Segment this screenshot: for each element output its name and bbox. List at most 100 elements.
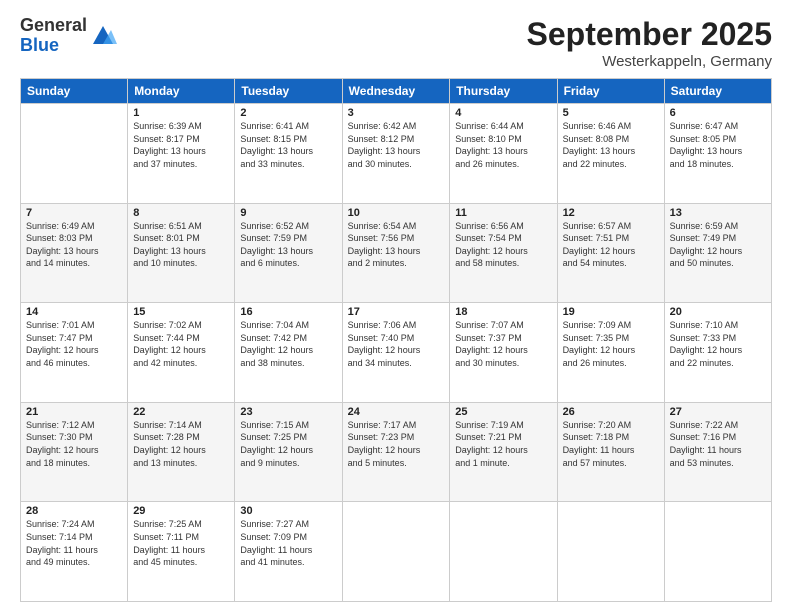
weekday-header: Tuesday <box>235 79 342 104</box>
weekday-header: Friday <box>557 79 664 104</box>
day-info: Sunrise: 6:51 AM Sunset: 8:01 PM Dayligh… <box>133 220 229 270</box>
day-number: 30 <box>240 505 336 517</box>
day-number: 12 <box>563 207 659 219</box>
day-number: 16 <box>240 306 336 318</box>
calendar-cell: 9Sunrise: 6:52 AM Sunset: 7:59 PM Daylig… <box>235 203 342 303</box>
day-number: 18 <box>455 306 551 318</box>
calendar-week-row: 28Sunrise: 7:24 AM Sunset: 7:14 PM Dayli… <box>21 502 772 602</box>
weekday-header: Sunday <box>21 79 128 104</box>
calendar-cell: 4Sunrise: 6:44 AM Sunset: 8:10 PM Daylig… <box>450 104 557 204</box>
calendar-cell: 14Sunrise: 7:01 AM Sunset: 7:47 PM Dayli… <box>21 303 128 403</box>
day-number: 26 <box>563 406 659 418</box>
calendar-cell: 11Sunrise: 6:56 AM Sunset: 7:54 PM Dayli… <box>450 203 557 303</box>
day-info: Sunrise: 7:14 AM Sunset: 7:28 PM Dayligh… <box>133 419 229 469</box>
day-number: 19 <box>563 306 659 318</box>
calendar-cell: 24Sunrise: 7:17 AM Sunset: 7:23 PM Dayli… <box>342 402 450 502</box>
day-number: 17 <box>348 306 445 318</box>
day-info: Sunrise: 7:15 AM Sunset: 7:25 PM Dayligh… <box>240 419 336 469</box>
day-info: Sunrise: 7:19 AM Sunset: 7:21 PM Dayligh… <box>455 419 551 469</box>
day-number: 9 <box>240 207 336 219</box>
calendar-cell: 2Sunrise: 6:41 AM Sunset: 8:15 PM Daylig… <box>235 104 342 204</box>
calendar-cell <box>557 502 664 602</box>
calendar-cell: 12Sunrise: 6:57 AM Sunset: 7:51 PM Dayli… <box>557 203 664 303</box>
calendar-week-row: 7Sunrise: 6:49 AM Sunset: 8:03 PM Daylig… <box>21 203 772 303</box>
day-number: 5 <box>563 107 659 119</box>
day-number: 10 <box>348 207 445 219</box>
day-info: Sunrise: 7:22 AM Sunset: 7:16 PM Dayligh… <box>670 419 766 469</box>
day-number: 27 <box>670 406 766 418</box>
calendar-week-row: 1Sunrise: 6:39 AM Sunset: 8:17 PM Daylig… <box>21 104 772 204</box>
calendar: SundayMondayTuesdayWednesdayThursdayFrid… <box>20 78 772 602</box>
header: General Blue September 2025 Westerkappel… <box>20 16 772 70</box>
weekday-header: Monday <box>128 79 235 104</box>
calendar-cell: 20Sunrise: 7:10 AM Sunset: 7:33 PM Dayli… <box>664 303 771 403</box>
day-info: Sunrise: 7:04 AM Sunset: 7:42 PM Dayligh… <box>240 319 336 369</box>
page: General Blue September 2025 Westerkappel… <box>0 0 792 612</box>
logo: General Blue <box>20 16 117 56</box>
calendar-cell: 27Sunrise: 7:22 AM Sunset: 7:16 PM Dayli… <box>664 402 771 502</box>
calendar-cell: 22Sunrise: 7:14 AM Sunset: 7:28 PM Dayli… <box>128 402 235 502</box>
calendar-cell: 21Sunrise: 7:12 AM Sunset: 7:30 PM Dayli… <box>21 402 128 502</box>
day-number: 2 <box>240 107 336 119</box>
logo-general: General <box>20 16 87 36</box>
calendar-cell: 3Sunrise: 6:42 AM Sunset: 8:12 PM Daylig… <box>342 104 450 204</box>
calendar-cell: 6Sunrise: 6:47 AM Sunset: 8:05 PM Daylig… <box>664 104 771 204</box>
logo-blue: Blue <box>20 36 87 56</box>
calendar-cell: 28Sunrise: 7:24 AM Sunset: 7:14 PM Dayli… <box>21 502 128 602</box>
logo-icon <box>89 22 117 50</box>
calendar-cell: 10Sunrise: 6:54 AM Sunset: 7:56 PM Dayli… <box>342 203 450 303</box>
day-info: Sunrise: 7:25 AM Sunset: 7:11 PM Dayligh… <box>133 518 229 568</box>
day-number: 25 <box>455 406 551 418</box>
calendar-cell <box>450 502 557 602</box>
day-info: Sunrise: 6:59 AM Sunset: 7:49 PM Dayligh… <box>670 220 766 270</box>
calendar-cell: 1Sunrise: 6:39 AM Sunset: 8:17 PM Daylig… <box>128 104 235 204</box>
location: Westerkappeln, Germany <box>527 53 772 70</box>
day-info: Sunrise: 7:27 AM Sunset: 7:09 PM Dayligh… <box>240 518 336 568</box>
day-number: 1 <box>133 107 229 119</box>
calendar-cell: 17Sunrise: 7:06 AM Sunset: 7:40 PM Dayli… <box>342 303 450 403</box>
calendar-cell: 7Sunrise: 6:49 AM Sunset: 8:03 PM Daylig… <box>21 203 128 303</box>
day-number: 29 <box>133 505 229 517</box>
calendar-cell <box>342 502 450 602</box>
day-number: 6 <box>670 107 766 119</box>
month-title: September 2025 <box>527 16 772 53</box>
calendar-week-row: 21Sunrise: 7:12 AM Sunset: 7:30 PM Dayli… <box>21 402 772 502</box>
weekday-header: Saturday <box>664 79 771 104</box>
day-info: Sunrise: 6:47 AM Sunset: 8:05 PM Dayligh… <box>670 120 766 170</box>
calendar-cell: 23Sunrise: 7:15 AM Sunset: 7:25 PM Dayli… <box>235 402 342 502</box>
calendar-cell: 15Sunrise: 7:02 AM Sunset: 7:44 PM Dayli… <box>128 303 235 403</box>
calendar-cell: 26Sunrise: 7:20 AM Sunset: 7:18 PM Dayli… <box>557 402 664 502</box>
calendar-header-row: SundayMondayTuesdayWednesdayThursdayFrid… <box>21 79 772 104</box>
day-number: 23 <box>240 406 336 418</box>
calendar-cell <box>21 104 128 204</box>
weekday-header: Thursday <box>450 79 557 104</box>
calendar-cell <box>664 502 771 602</box>
calendar-week-row: 14Sunrise: 7:01 AM Sunset: 7:47 PM Dayli… <box>21 303 772 403</box>
calendar-cell: 25Sunrise: 7:19 AM Sunset: 7:21 PM Dayli… <box>450 402 557 502</box>
calendar-cell: 29Sunrise: 7:25 AM Sunset: 7:11 PM Dayli… <box>128 502 235 602</box>
calendar-cell: 13Sunrise: 6:59 AM Sunset: 7:49 PM Dayli… <box>664 203 771 303</box>
day-info: Sunrise: 6:46 AM Sunset: 8:08 PM Dayligh… <box>563 120 659 170</box>
day-info: Sunrise: 7:09 AM Sunset: 7:35 PM Dayligh… <box>563 319 659 369</box>
calendar-cell: 5Sunrise: 6:46 AM Sunset: 8:08 PM Daylig… <box>557 104 664 204</box>
day-info: Sunrise: 6:52 AM Sunset: 7:59 PM Dayligh… <box>240 220 336 270</box>
day-number: 20 <box>670 306 766 318</box>
day-info: Sunrise: 7:07 AM Sunset: 7:37 PM Dayligh… <box>455 319 551 369</box>
calendar-cell: 30Sunrise: 7:27 AM Sunset: 7:09 PM Dayli… <box>235 502 342 602</box>
day-info: Sunrise: 7:12 AM Sunset: 7:30 PM Dayligh… <box>26 419 122 469</box>
day-info: Sunrise: 7:10 AM Sunset: 7:33 PM Dayligh… <box>670 319 766 369</box>
day-info: Sunrise: 6:41 AM Sunset: 8:15 PM Dayligh… <box>240 120 336 170</box>
day-info: Sunrise: 7:06 AM Sunset: 7:40 PM Dayligh… <box>348 319 445 369</box>
day-number: 3 <box>348 107 445 119</box>
day-info: Sunrise: 6:42 AM Sunset: 8:12 PM Dayligh… <box>348 120 445 170</box>
calendar-cell: 18Sunrise: 7:07 AM Sunset: 7:37 PM Dayli… <box>450 303 557 403</box>
day-info: Sunrise: 6:54 AM Sunset: 7:56 PM Dayligh… <box>348 220 445 270</box>
day-info: Sunrise: 6:49 AM Sunset: 8:03 PM Dayligh… <box>26 220 122 270</box>
day-info: Sunrise: 7:02 AM Sunset: 7:44 PM Dayligh… <box>133 319 229 369</box>
day-number: 21 <box>26 406 122 418</box>
day-number: 22 <box>133 406 229 418</box>
calendar-cell: 16Sunrise: 7:04 AM Sunset: 7:42 PM Dayli… <box>235 303 342 403</box>
day-number: 11 <box>455 207 551 219</box>
day-info: Sunrise: 7:20 AM Sunset: 7:18 PM Dayligh… <box>563 419 659 469</box>
day-number: 8 <box>133 207 229 219</box>
